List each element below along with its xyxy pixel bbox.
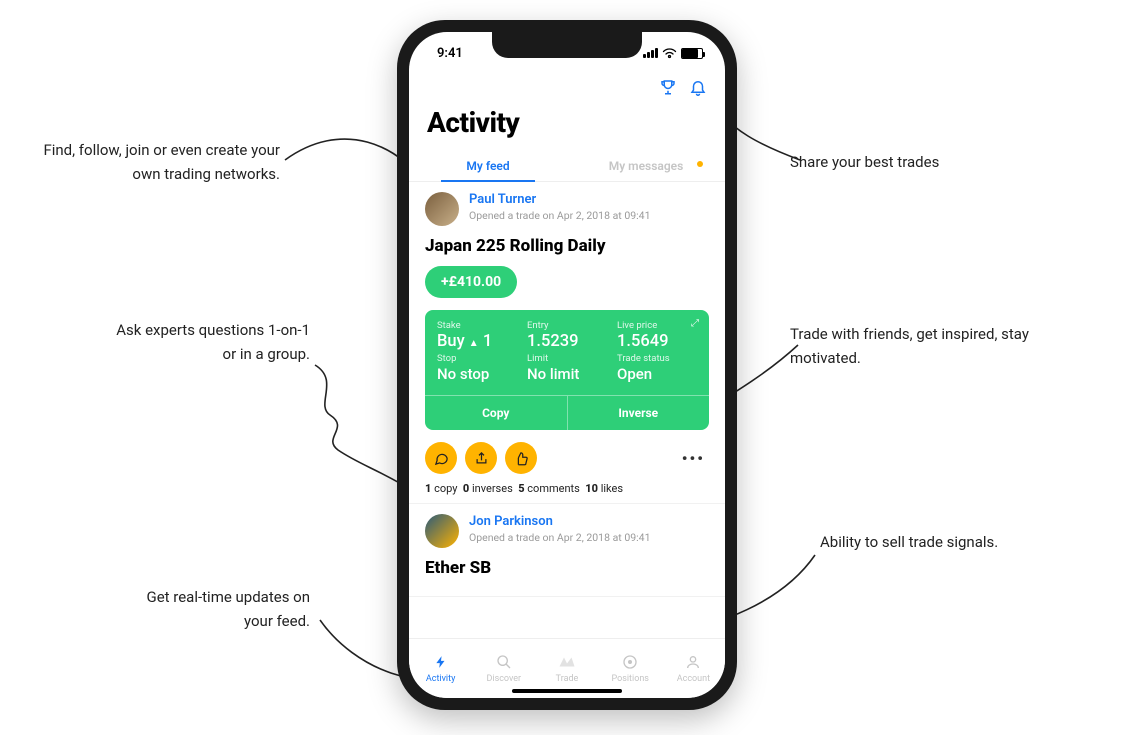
home-indicator[interactable] [512,689,622,693]
phone-notch [492,32,642,58]
limit-label: Limit [527,353,607,364]
live-price-value: 1.5649 [617,332,697,351]
post-meta: Opened a trade on Apr 2, 2018 at 09:41 [469,531,650,544]
feed-list[interactable]: Paul Turner Opened a trade on Apr 2, 201… [409,182,725,672]
annotation-friends: Trade with friends, get inspired, stay m… [790,322,1050,370]
bell-icon[interactable] [689,78,707,100]
tab-my-feed[interactable]: My feed [409,149,567,181]
stake-label: Stake [437,320,517,331]
target-icon [622,653,638,671]
trade-status-value: Open [617,365,697,383]
limit-value: No limit [527,365,607,383]
live-price-label: Live price [617,320,697,331]
annotation-experts: Ask experts questions 1-on-1 or in a gro… [110,318,310,366]
stake-value: Buy ▲ 1 [437,332,517,351]
annotation-networks: Find, follow, join or even create your o… [20,138,280,186]
phone-frame: 9:41 Activity My feed [397,20,737,710]
post-stats: 1 copy 0 inverses 5 comments 10 likes [425,482,709,495]
post-author[interactable]: Jon Parkinson [469,514,650,529]
post-meta: Opened a trade on Apr 2, 2018 at 09:41 [469,209,650,222]
bolt-icon [434,653,448,671]
post-author[interactable]: Paul Turner [469,192,650,207]
annotation-signals: Ability to sell trade signals. [820,530,1020,554]
share-icon[interactable] [465,442,497,474]
tab-my-messages-label: My messages [609,159,684,173]
inverse-button[interactable]: Inverse [568,396,710,430]
avatar[interactable] [425,192,459,226]
entry-value: 1.5239 [527,332,607,351]
like-icon[interactable] [505,442,537,474]
search-icon [496,653,512,671]
tabbar-account[interactable]: Account [662,639,725,698]
entry-label: Entry [527,320,607,331]
battery-icon [681,48,703,59]
wifi-icon [662,48,677,59]
page-title: Activity [427,106,707,139]
arrow-up-icon: ▲ [469,338,479,349]
feed-post: Paul Turner Opened a trade on Apr 2, 201… [409,182,725,504]
instrument-name: Ether SB [425,558,709,578]
instrument-name: Japan 225 Rolling Daily [425,236,709,256]
trade-card: ⤢ Stake Buy ▲ 1 Entry 1.5239 [425,310,709,430]
user-icon [685,653,701,671]
copy-button[interactable]: Copy [425,396,568,430]
stop-value: No stop [437,365,517,383]
feed-tabs: My feed My messages [409,149,725,182]
signal-icon [643,48,658,58]
avatar[interactable] [425,514,459,548]
comment-icon[interactable] [425,442,457,474]
annotation-share: Share your best trades [790,150,1010,174]
stop-label: Stop [437,353,517,364]
page-header: Activity [409,100,725,149]
phone-screen: 9:41 Activity My feed [409,32,725,698]
annotation-realtime: Get real-time updates on your feed. [120,585,310,633]
tabbar-activity[interactable]: Activity [409,639,472,698]
unread-dot-icon [697,161,703,167]
status-time: 9:41 [437,46,463,61]
trade-status-label: Trade status [617,353,697,364]
more-icon[interactable]: ••• [682,449,709,468]
trophy-icon[interactable] [659,78,677,100]
tab-my-messages[interactable]: My messages [567,149,725,181]
feed-post: Jon Parkinson Opened a trade on Apr 2, 2… [409,504,725,597]
pnl-pill: +£410.00 [425,266,517,298]
trade-icon [558,653,576,671]
